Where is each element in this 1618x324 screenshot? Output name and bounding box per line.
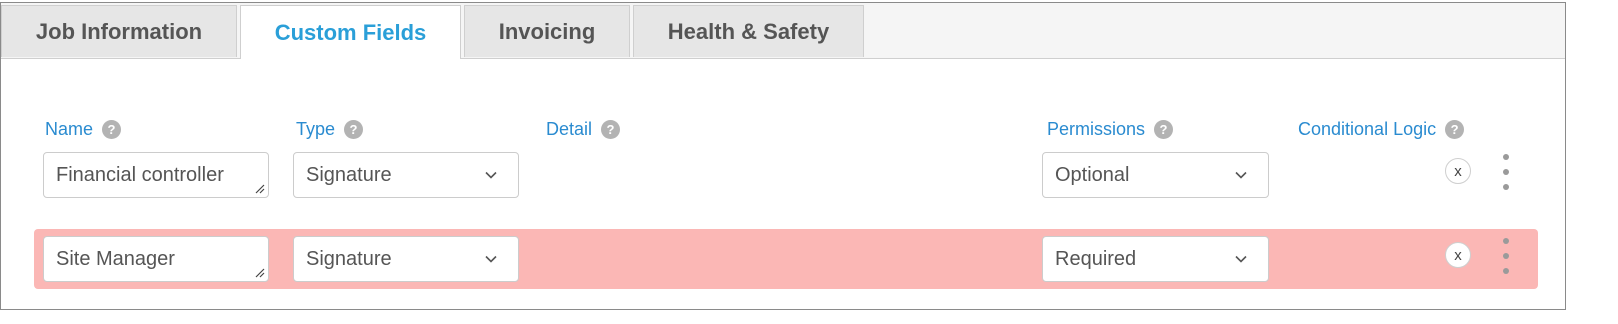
help-icon[interactable]: ?	[102, 120, 122, 139]
field-type-select[interactable]: Signature	[293, 236, 519, 282]
column-label: Detail	[546, 119, 593, 139]
field-name-input[interactable]: Site Manager	[43, 236, 269, 282]
tab-custom-fields[interactable]: Custom Fields	[240, 5, 461, 59]
tab-label: Health & Safety	[667, 18, 830, 44]
tab-invoicing[interactable]: Invoicing	[464, 5, 630, 57]
more-options-icon[interactable]	[1501, 238, 1511, 274]
remove-field-button[interactable]: x	[1445, 242, 1471, 268]
help-icon[interactable]: ?	[601, 120, 621, 139]
custom-fields-panel: Job Information Custom Fields Invoicing …	[0, 2, 1566, 310]
help-icon[interactable]: ?	[344, 120, 364, 139]
chevron-down-icon	[485, 255, 497, 263]
tab-bar: Job Information Custom Fields Invoicing …	[1, 3, 1565, 59]
field-name-value: Site Manager	[56, 247, 175, 270]
field-name-input[interactable]: Financial controller	[43, 152, 269, 198]
column-header-type: Type ?	[296, 119, 364, 140]
column-header-detail: Detail ?	[546, 119, 621, 140]
tab-label: Custom Fields	[274, 19, 427, 45]
remove-label: x	[1454, 162, 1462, 180]
column-header-name: Name ?	[45, 119, 122, 140]
column-header-conditional-logic: Conditional Logic ?	[1298, 119, 1465, 140]
column-label: Permissions	[1047, 119, 1146, 139]
chevron-down-icon	[1235, 171, 1247, 179]
chevron-down-icon	[1235, 255, 1247, 263]
permission-select[interactable]: Required	[1042, 236, 1269, 282]
tab-job-information[interactable]: Job Information	[1, 5, 237, 57]
remove-label: x	[1454, 246, 1462, 264]
column-label: Type	[296, 119, 336, 139]
resize-handle-icon[interactable]	[255, 268, 265, 278]
help-icon[interactable]: ?	[1154, 120, 1174, 139]
tab-label: Invoicing	[498, 18, 596, 44]
remove-field-button[interactable]: x	[1445, 158, 1471, 184]
column-header-permissions: Permissions ?	[1047, 119, 1174, 140]
column-label: Name	[45, 119, 94, 139]
permission-select[interactable]: Optional	[1042, 152, 1269, 198]
tab-health-safety[interactable]: Health & Safety	[633, 5, 864, 57]
resize-handle-icon[interactable]	[255, 184, 265, 194]
tab-label: Job Information	[35, 18, 203, 44]
permission-value: Required	[1055, 247, 1137, 270]
column-label: Conditional Logic	[1298, 119, 1437, 139]
chevron-down-icon	[485, 171, 497, 179]
help-icon[interactable]: ?	[1445, 120, 1465, 139]
field-type-select[interactable]: Signature	[293, 152, 519, 198]
permission-value: Optional	[1055, 163, 1130, 186]
field-name-value: Financial controller	[56, 163, 224, 186]
more-options-icon[interactable]	[1501, 154, 1511, 190]
field-type-value: Signature	[306, 247, 392, 270]
field-type-value: Signature	[306, 163, 392, 186]
